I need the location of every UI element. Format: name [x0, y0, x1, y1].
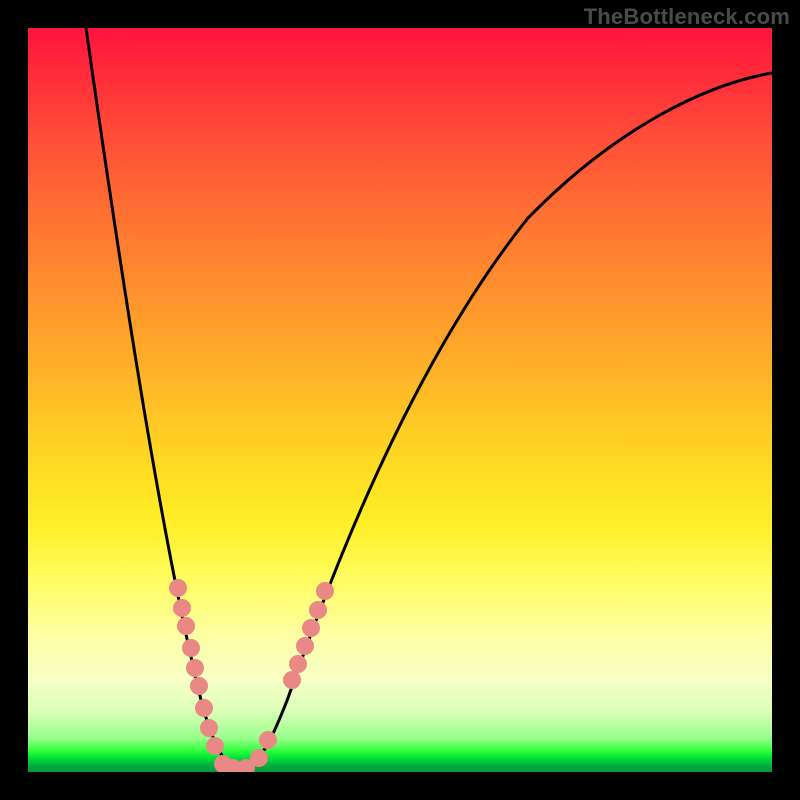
watermark-text: TheBottleneck.com	[584, 4, 790, 30]
highlight-dot	[182, 639, 200, 657]
plot-area	[28, 28, 772, 772]
highlight-dot	[200, 719, 218, 737]
highlight-dot	[250, 749, 268, 767]
highlight-dots-group	[169, 579, 334, 772]
highlight-dot	[316, 582, 334, 600]
highlight-dot	[296, 637, 314, 655]
highlight-dot	[186, 659, 204, 677]
highlight-dot	[302, 619, 320, 637]
highlight-dot	[173, 599, 191, 617]
highlight-dot	[169, 579, 187, 597]
highlight-dot	[289, 655, 307, 673]
highlight-dot	[206, 737, 224, 755]
highlight-dot	[259, 731, 277, 749]
highlight-dot	[195, 699, 213, 717]
chart-frame: TheBottleneck.com	[0, 0, 800, 800]
bottleneck-curve	[86, 28, 772, 768]
highlight-dot	[177, 617, 195, 635]
highlight-dot	[309, 601, 327, 619]
highlight-dot	[283, 671, 301, 689]
curve-layer	[28, 28, 772, 772]
highlight-dot	[190, 677, 208, 695]
